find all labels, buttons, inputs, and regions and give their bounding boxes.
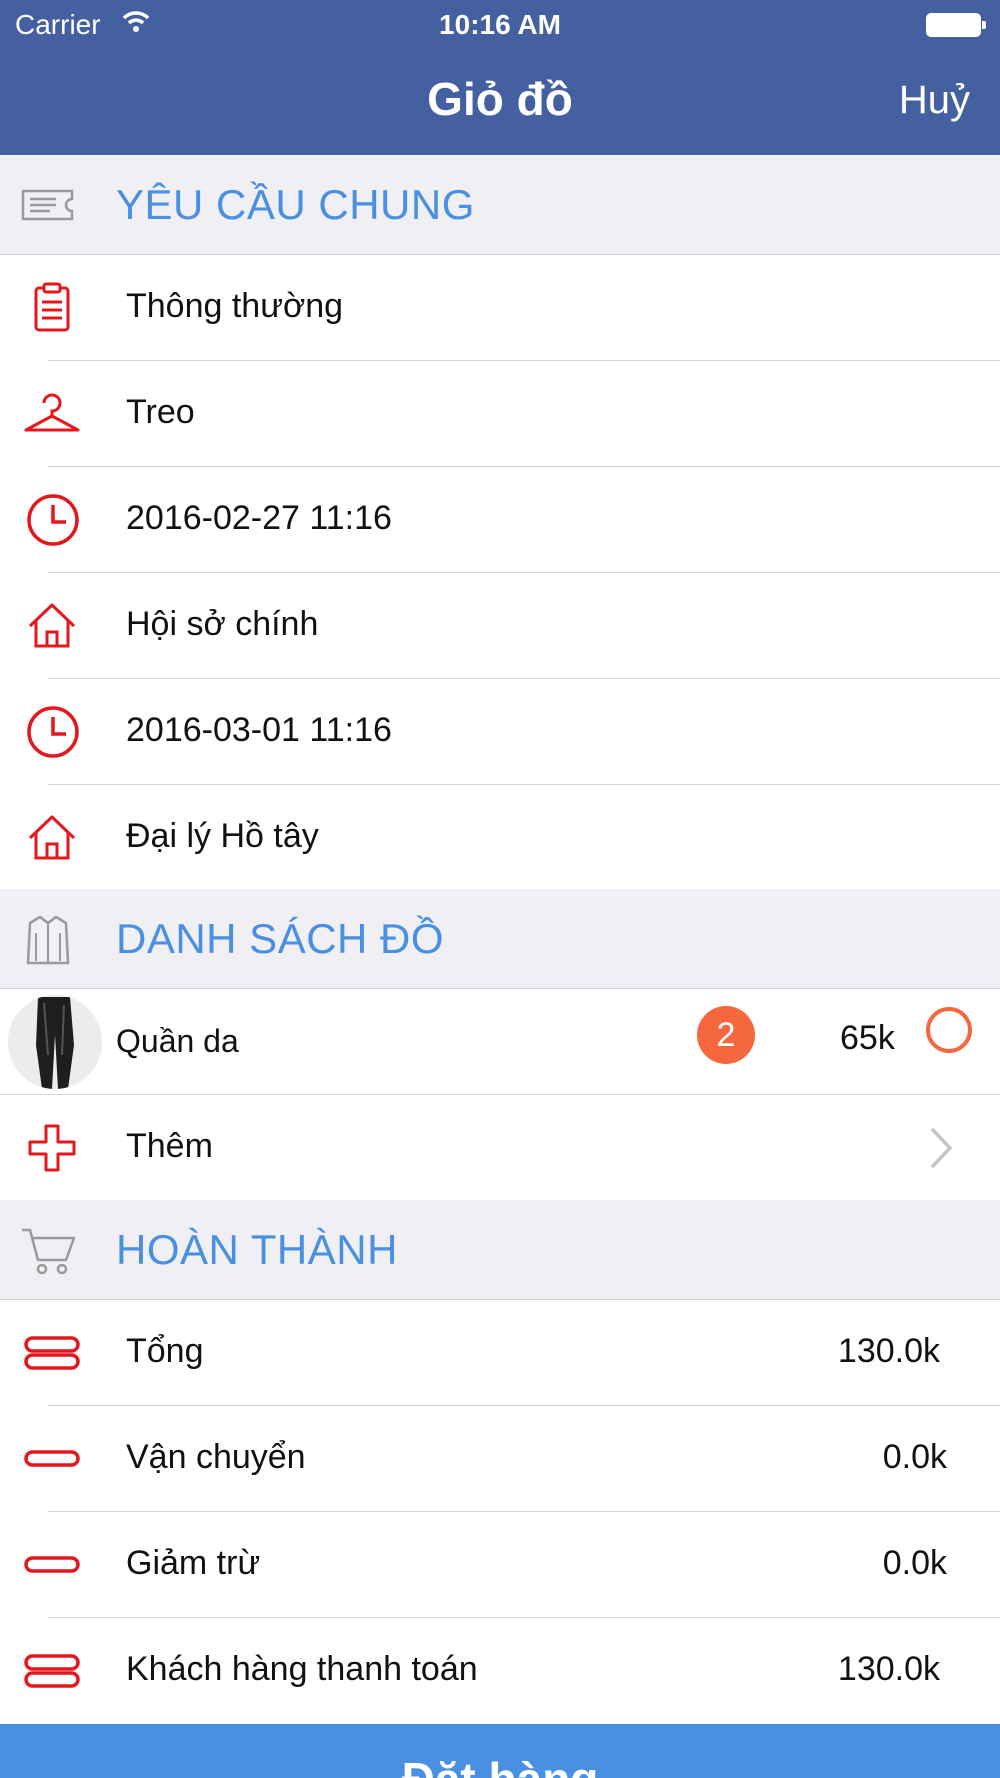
page-title: Giỏ đồ	[427, 73, 573, 125]
delivery-location-row[interactable]: Đại lý Hồ tây	[0, 785, 1000, 891]
row-label: Tổng	[126, 1332, 204, 1370]
total-row: Tổng 130.0k	[0, 1300, 1000, 1406]
place-order-label: Đặt hàng	[0, 1752, 1000, 1778]
row-value: 130.0k	[837, 1332, 940, 1370]
double-bar-icon	[24, 1654, 80, 1688]
section-header-general: YÊU CẦU CHUNG	[0, 155, 1000, 255]
section-header-complete: HOÀN THÀNH	[0, 1200, 1000, 1300]
clock-icon	[27, 706, 79, 758]
add-item-row[interactable]: Thêm	[0, 1095, 1000, 1201]
row-value: 130.0k	[837, 1650, 940, 1688]
pickup-location-row[interactable]: Hội sở chính	[0, 573, 1000, 679]
status-bar: Carrier 10:16 AM	[0, 0, 1000, 50]
section-title: YÊU CẦU CHUNG	[116, 181, 475, 228]
item-select-radio[interactable]	[926, 1007, 972, 1053]
chevron-right-icon	[930, 1127, 953, 1169]
item-price: 65k	[840, 1019, 895, 1057]
cart-item-row[interactable]: Quần da 2 65k	[0, 989, 1000, 1095]
leather-pants-image	[8, 995, 102, 1089]
navigation-bar: Carrier 10:16 AM Giỏ đồ Huỷ	[0, 0, 1000, 155]
shipping-row: Vận chuyển 0.0k	[0, 1406, 1000, 1512]
cart-icon	[22, 1228, 76, 1275]
home-icon	[28, 815, 76, 860]
double-bar-icon	[24, 1336, 80, 1370]
discount-row: Giảm trừ 0.0k	[0, 1512, 1000, 1618]
section-header-items: DANH SÁCH ĐỒ	[0, 889, 1000, 989]
section-title: DANH SÁCH ĐỒ	[116, 915, 445, 962]
row-value: 0.0k	[882, 1438, 947, 1476]
home-icon	[28, 603, 76, 648]
shirt-icon	[26, 915, 70, 965]
single-bar-icon	[24, 1556, 80, 1573]
item-thumbnail	[8, 995, 102, 1089]
row-label: Treo	[126, 393, 195, 431]
request-type-row[interactable]: Thông thường	[0, 255, 1000, 361]
row-label: Đại lý Hồ tây	[126, 817, 319, 855]
hanger-icon	[24, 393, 80, 432]
clipboard-icon	[34, 282, 70, 332]
status-time: 10:16 AM	[439, 9, 561, 40]
row-value: 0.0k	[882, 1544, 947, 1582]
ticket-icon	[21, 189, 74, 221]
add-item-label: Thêm	[126, 1127, 213, 1165]
quantity-badge: 2	[697, 1006, 755, 1064]
row-label: Vận chuyển	[126, 1438, 306, 1476]
place-order-button[interactable]: Đặt hàng	[0, 1724, 1000, 1778]
row-label: Thông thường	[126, 287, 344, 325]
row-label: 2016-02-27 11:16	[126, 499, 392, 537]
battery-icon	[926, 13, 986, 37]
single-bar-icon	[24, 1450, 80, 1467]
row-label: Hội sở chính	[126, 605, 319, 643]
plus-icon	[28, 1124, 76, 1172]
clock-icon	[27, 494, 79, 546]
customer-payment-row: Khách hàng thanh toán 130.0k	[0, 1618, 1000, 1724]
pickup-time-row[interactable]: 2016-02-27 11:16	[0, 467, 1000, 573]
item-name: Quần da	[116, 1023, 239, 1059]
delivery-time-row[interactable]: 2016-03-01 11:16	[0, 679, 1000, 785]
row-label: 2016-03-01 11:16	[126, 711, 392, 749]
cancel-button[interactable]: Huỷ	[899, 78, 970, 123]
hanging-option-row[interactable]: Treo	[0, 361, 1000, 467]
row-label: Giảm trừ	[126, 1544, 261, 1582]
row-label: Khách hàng thanh toán	[126, 1650, 478, 1688]
section-title: HOÀN THÀNH	[116, 1226, 398, 1273]
